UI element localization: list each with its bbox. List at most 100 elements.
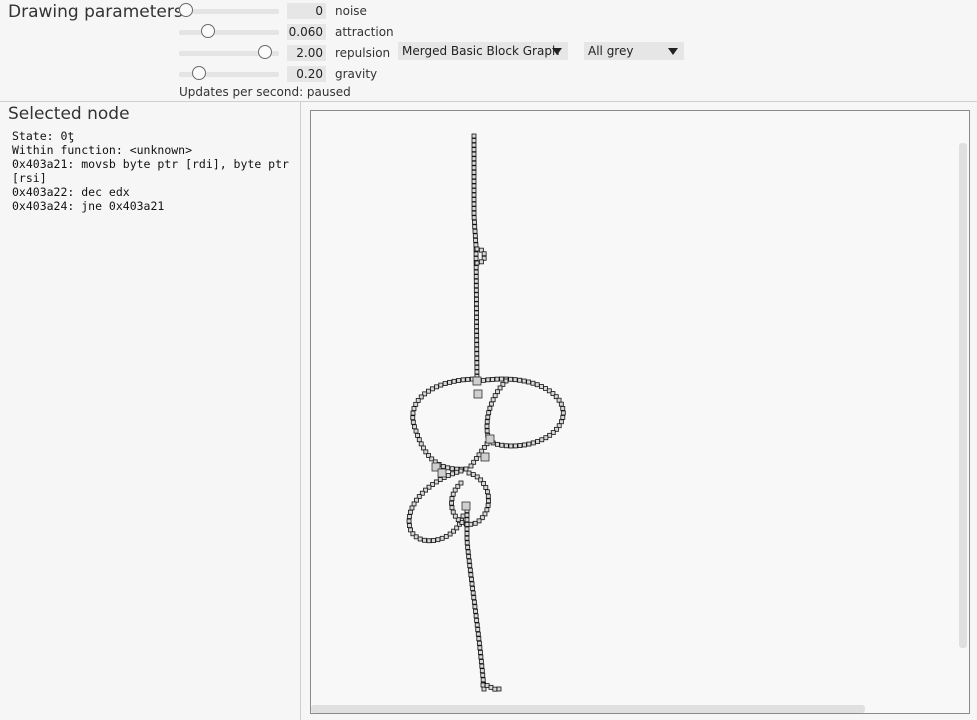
graph-node[interactable] (474, 319, 479, 325)
graph-node[interactable] (474, 324, 479, 329)
graph-node[interactable] (474, 246, 480, 252)
graph-node[interactable] (486, 498, 491, 504)
graph-canvas[interactable] (310, 110, 970, 714)
graph-node[interactable] (412, 424, 417, 430)
graph-node[interactable] (481, 251, 487, 257)
graph-node[interactable] (499, 442, 505, 448)
graph-node[interactable] (471, 206, 477, 212)
graph-node[interactable] (415, 398, 421, 403)
repulsion-value-field[interactable]: 2.00 (287, 45, 326, 61)
graph-node[interactable] (490, 377, 495, 382)
graph-node[interactable] (499, 376, 504, 382)
graph-node[interactable] (473, 292, 479, 298)
graph-node[interactable] (473, 269, 479, 275)
graph-node[interactable] (479, 663, 485, 669)
graph-node[interactable] (479, 668, 485, 674)
graph-node[interactable] (471, 156, 477, 162)
graph-node[interactable] (445, 473, 451, 478)
graph-node[interactable] (474, 346, 480, 352)
graph-node[interactable] (464, 535, 470, 541)
graph-node[interactable] (488, 401, 494, 407)
graph-node[interactable] (460, 377, 466, 383)
graph-node[interactable] (465, 376, 471, 382)
graph-node[interactable] (484, 419, 490, 425)
graph-node[interactable] (495, 389, 500, 395)
graph-node[interactable] (508, 443, 514, 449)
graph-node[interactable] (474, 622, 480, 628)
graph-node[interactable] (415, 433, 420, 438)
graph-node[interactable] (480, 672, 486, 678)
graph-node[interactable] (470, 586, 476, 591)
graph-node[interactable] (450, 491, 456, 497)
graph-node[interactable] (469, 576, 474, 582)
graph-node[interactable] (534, 382, 540, 388)
graph-node[interactable] (476, 518, 482, 524)
graph-node[interactable] (450, 471, 455, 477)
graph-node[interactable] (420, 445, 426, 451)
graph-node[interactable] (449, 500, 454, 506)
graph-node[interactable] (547, 432, 553, 438)
graph-node[interactable] (407, 509, 413, 515)
graph-node[interactable] (508, 376, 514, 382)
graph-node[interactable] (487, 405, 493, 411)
graph-node[interactable] (413, 428, 419, 434)
graph-node[interactable] (476, 636, 482, 642)
graph-node[interactable] (435, 537, 441, 543)
horizontal-scrollbar[interactable] (311, 705, 865, 713)
noise-slider-track[interactable] (179, 9, 279, 14)
graph-node[interactable] (467, 563, 473, 569)
graph-node[interactable] (406, 518, 412, 524)
graph-node[interactable] (485, 493, 491, 499)
graph-node[interactable] (471, 133, 477, 139)
graph-node[interactable] (426, 538, 432, 544)
graph-node[interactable] (539, 437, 545, 443)
graph-node[interactable] (410, 410, 416, 416)
graph-node[interactable] (409, 505, 415, 511)
graph-node[interactable] (471, 192, 477, 198)
graph-node[interactable] (449, 466, 455, 472)
graph-node[interactable] (473, 613, 479, 619)
graph-node[interactable] (485, 377, 491, 383)
graph-node-large[interactable] (480, 452, 490, 462)
graph-node[interactable] (471, 210, 477, 216)
graph-node[interactable] (490, 397, 496, 403)
graph-node[interactable] (517, 443, 523, 448)
graph-node[interactable] (484, 428, 490, 434)
graph-node[interactable] (411, 501, 417, 507)
graph-node[interactable] (473, 242, 479, 248)
graph-node[interactable] (478, 659, 484, 664)
graph-node[interactable] (471, 169, 477, 175)
graph-node[interactable] (473, 608, 478, 614)
graph-node[interactable] (517, 377, 523, 383)
graph-node[interactable] (521, 378, 527, 384)
graph-node[interactable] (496, 686, 502, 692)
graph-node[interactable] (492, 393, 498, 399)
graph-node-large[interactable] (472, 376, 482, 386)
graph-node[interactable] (485, 502, 491, 508)
graph-node[interactable] (465, 549, 471, 555)
graph-node[interactable] (464, 512, 470, 518)
graph-node[interactable] (471, 147, 477, 153)
graph-node[interactable] (466, 470, 472, 476)
graph-node-large[interactable] (461, 501, 471, 511)
graph-node[interactable] (474, 333, 480, 339)
color-mode-dropdown[interactable]: All grey (584, 42, 684, 60)
graph-node[interactable] (452, 513, 458, 519)
graph-node[interactable] (466, 558, 472, 564)
graph-node[interactable] (473, 274, 479, 280)
graph-node[interactable] (449, 496, 455, 501)
graph-node[interactable] (473, 237, 479, 243)
graph-node[interactable] (458, 480, 464, 486)
graph-node[interactable] (471, 215, 477, 221)
graph-node[interactable] (443, 533, 449, 539)
graph-node[interactable] (470, 590, 476, 596)
graph-node[interactable] (407, 523, 412, 528)
graph-node[interactable] (488, 684, 494, 690)
repulsion-slider[interactable] (179, 44, 279, 62)
graph-node[interactable] (473, 296, 479, 302)
graph-node[interactable] (480, 682, 486, 688)
graph-node[interactable] (451, 378, 457, 384)
graph-node[interactable] (474, 351, 480, 357)
graph-node[interactable] (439, 535, 445, 541)
graph-node[interactable] (473, 278, 479, 284)
